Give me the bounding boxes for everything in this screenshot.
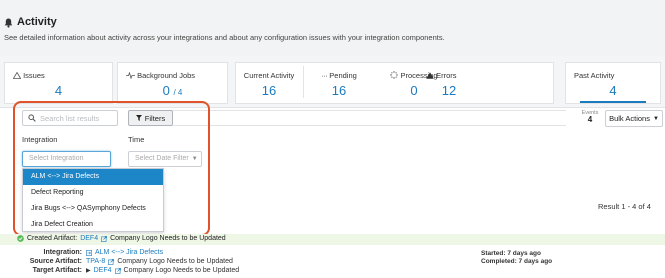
active-tab-indicator — [580, 101, 646, 103]
created-artifact-row: Created Artifact: DEF4 Company Logo Need… — [17, 235, 226, 242]
completed-status: Completed: 7 days ago — [481, 258, 553, 265]
errors-label: Errors — [436, 71, 457, 80]
past-activity-label: Past Activity — [574, 71, 615, 80]
warning-icon — [12, 71, 22, 79]
page-title: Activity — [17, 16, 57, 28]
events-counter: Events 4 — [580, 110, 600, 124]
background-jobs-label: Background Jobs — [137, 71, 196, 80]
current-activity-label: Current Activity — [243, 71, 295, 80]
past-activity-tab[interactable]: Past Activity 4 — [565, 62, 661, 104]
chevron-down-icon: ▼ — [652, 115, 659, 122]
caret-right-icon[interactable]: ▶ — [86, 267, 91, 274]
target-artifact-link[interactable]: DEF4 — [94, 267, 112, 274]
current-activity-value: 16 — [261, 83, 277, 98]
integration-meta-label: Integration: — [43, 249, 83, 256]
toolbar-divider — [173, 110, 566, 126]
external-link-icon[interactable] — [108, 258, 115, 265]
target-artifact-title: Company Logo Needs to be Updated — [123, 267, 240, 274]
background-jobs-value: 0 — [162, 83, 170, 98]
target-artifact-label: Target Artifact: — [32, 267, 82, 274]
past-activity-value: 4 — [609, 83, 617, 98]
current-activity-stat[interactable]: Current Activity 16 — [236, 63, 302, 103]
check-circle-icon — [17, 235, 24, 242]
issues-card[interactable]: Issues 4 — [4, 62, 113, 104]
ellipsis-icon: ··· — [321, 71, 328, 80]
bulk-actions-button[interactable]: Bulk Actions ▼ — [605, 110, 663, 127]
created-artifact-label: Created Artifact: — [27, 235, 78, 242]
page-header — [0, 0, 665, 56]
source-artifact-label: Source Artifact: — [29, 258, 82, 265]
created-artifact-title: Company Logo Needs to be Updated — [110, 235, 226, 242]
pending-value: 16 — [331, 83, 347, 98]
activity-card: Current Activity 16 ··· Pending 16 Proce… — [235, 62, 554, 104]
issues-label: Issues — [23, 71, 45, 80]
page-subtitle: See detailed information about activity … — [4, 33, 445, 42]
started-status: Started: 7 days ago — [481, 250, 541, 257]
integration-icon — [86, 249, 92, 256]
errors-stat[interactable]: Errors 12 — [386, 63, 516, 103]
bell-icon — [4, 18, 13, 28]
errors-value: 12 — [441, 83, 457, 98]
source-artifact-link[interactable]: TPA-8 — [86, 258, 105, 265]
highlight-outline — [13, 101, 210, 236]
events-count: 4 — [587, 115, 593, 124]
external-link-icon[interactable] — [114, 267, 121, 274]
source-artifact-title: Company Logo Needs to be Updated — [117, 258, 233, 265]
result-count: Result 1 - 4 of 4 — [598, 202, 651, 211]
pending-stat[interactable]: ··· Pending 16 — [304, 63, 374, 103]
pending-label: Pending — [329, 71, 357, 80]
external-link-icon[interactable] — [101, 235, 108, 242]
background-jobs-total: / 4 — [173, 88, 183, 97]
created-artifact-link[interactable]: DEF4 — [80, 235, 98, 242]
pulse-icon — [126, 71, 135, 80]
issues-value: 4 — [54, 83, 63, 98]
background-jobs-card[interactable]: Background Jobs 0 / 4 — [117, 62, 228, 104]
integration-meta-link[interactable]: ALM <--> Jira Defects — [95, 249, 163, 256]
error-triangle-icon — [426, 72, 434, 79]
bulk-actions-label: Bulk Actions — [609, 114, 650, 123]
